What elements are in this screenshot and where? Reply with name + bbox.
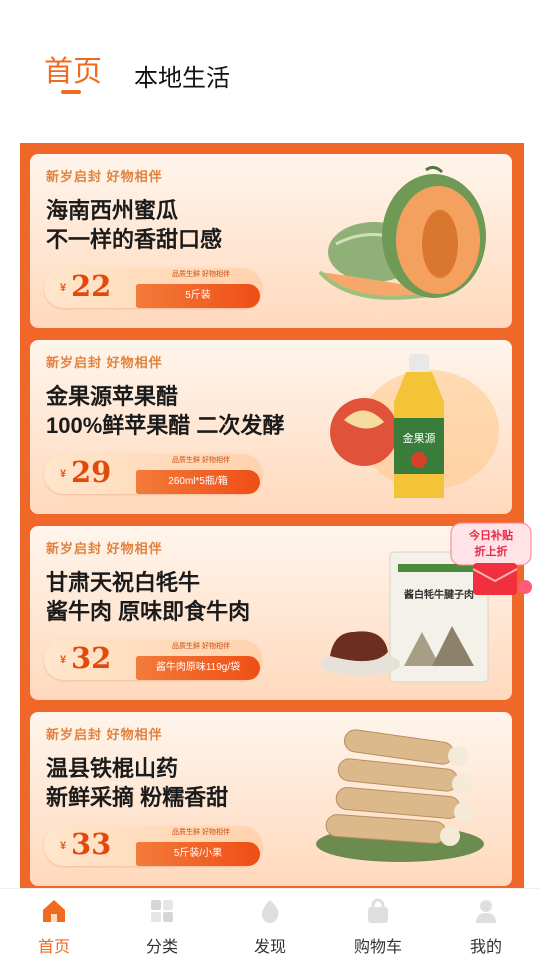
category-icon xyxy=(151,900,173,922)
tab-home[interactable]: 首页 xyxy=(44,48,102,90)
cart-icon xyxy=(368,898,388,923)
card-title-line1: 温县铁棍山药 xyxy=(46,756,179,781)
product-card-melon[interactable]: 新岁启封 好物相伴 海南西州蜜瓜 不一样的香甜口感 ¥ 22 品质生鲜 好物相伴… xyxy=(30,154,512,328)
price-button[interactable]: ¥ 32 品质生鲜 好物相伴 酱牛肉原味119g/袋 xyxy=(44,640,262,680)
melon-image xyxy=(318,165,486,300)
price-button[interactable]: ¥ 29 品质生鲜 好物相伴 260ml*5瓶/箱 xyxy=(44,454,262,494)
nav-label: 首页 xyxy=(37,939,70,956)
nav-home[interactable]: 首页 xyxy=(0,889,108,960)
card-title-line2: 新鲜采摘 粉糯香甜 xyxy=(46,785,229,810)
card-title-line1: 金果源苹果醋 xyxy=(46,384,179,409)
nav-label: 我的 xyxy=(469,939,502,956)
card-tagline: 新岁启封 好物相伴 xyxy=(46,169,163,184)
price-button[interactable]: ¥ 22 品质生鲜 好物相伴 5斤装 xyxy=(44,268,262,308)
price-value: 29 xyxy=(71,455,112,489)
subsidy-coupon-badge[interactable]: 今日补贴 折上折 xyxy=(447,519,535,599)
coupon-line1: 今日补贴 xyxy=(468,528,513,542)
coupon-line2: 折上折 xyxy=(475,544,508,558)
price-button[interactable]: ¥ 33 品质生鲜 好物相伴 5斤装/小果 xyxy=(44,826,262,866)
spec-label: 酱牛肉原味119g/袋 xyxy=(136,656,260,680)
bottom-nav: 首页 分类 发现 购物车 我的 xyxy=(0,888,540,960)
tab-local-life[interactable]: 本地生活 xyxy=(134,58,230,93)
spec-label: 5斤装 xyxy=(136,284,260,308)
card-tagline: 新岁启封 好物相伴 xyxy=(46,355,163,370)
home-icon xyxy=(43,900,65,922)
price-slogan: 品质生鲜 好物相伴 xyxy=(172,643,230,650)
app-screen: 首页 本地生活 新岁启封 好物相伴 海南西州蜜瓜 不一样的香甜口感 ¥ 22 品… xyxy=(0,0,540,960)
discover-icon xyxy=(261,900,279,923)
nav-profile[interactable]: 我的 xyxy=(432,889,540,960)
product-card-beef[interactable]: 新岁启封 好物相伴 甘肃天祝白牦牛 酱牛肉 原味即食牛肉 ¥ 32 品质生鲜 好… xyxy=(30,526,512,700)
card-title-line1: 海南西州蜜瓜 xyxy=(46,198,179,223)
price-slogan: 品质生鲜 好物相伴 xyxy=(172,271,230,278)
card-title: 海南西州蜜瓜 不一样的香甜口感 xyxy=(46,196,222,254)
nav-cart[interactable]: 购物车 xyxy=(324,889,432,960)
product-feed: 新岁启封 好物相伴 海南西州蜜瓜 不一样的香甜口感 ¥ 22 品质生鲜 好物相伴… xyxy=(20,143,524,888)
currency-symbol: ¥ xyxy=(60,468,67,480)
card-tagline: 新岁启封 好物相伴 xyxy=(46,727,163,742)
price-value: 32 xyxy=(71,641,112,675)
currency-symbol: ¥ xyxy=(60,654,67,666)
card-title: 温县铁棍山药 新鲜采摘 粉糯香甜 xyxy=(46,754,228,812)
nav-label: 发现 xyxy=(253,939,286,956)
price-slogan: 品质生鲜 好物相伴 xyxy=(172,829,230,836)
card-title-line2: 不一样的香甜口感 xyxy=(46,227,223,252)
card-title: 甘肃天祝白牦牛 酱牛肉 原味即食牛肉 xyxy=(46,568,250,626)
card-title-line2: 100%鲜苹果醋 二次发酵 xyxy=(46,413,285,438)
currency-symbol: ¥ xyxy=(60,282,67,294)
nav-category[interactable]: 分类 xyxy=(108,889,216,960)
vinegar-bottle-image: 金果源 xyxy=(330,354,499,498)
card-title-line1: 甘肃天祝白牦牛 xyxy=(46,570,201,595)
active-tab-indicator xyxy=(61,90,81,94)
card-tagline: 新岁启封 好物相伴 xyxy=(46,541,163,556)
product-card-yam[interactable]: 新岁启封 好物相伴 温县铁棍山药 新鲜采摘 粉糯香甜 ¥ 33 品质生鲜 好物相… xyxy=(30,712,512,886)
spec-label: 260ml*5瓶/箱 xyxy=(136,470,260,494)
top-tab-bar: 首页 本地生活 xyxy=(0,0,540,142)
spec-label: 5斤装/小果 xyxy=(136,842,260,866)
price-value: 22 xyxy=(71,269,112,303)
vinegar-brand-label: 金果源 xyxy=(403,431,436,445)
card-title-line2: 酱牛肉 原味即食牛肉 xyxy=(46,599,251,624)
price-value: 33 xyxy=(71,827,112,861)
nav-label: 购物车 xyxy=(353,939,402,956)
nav-label: 分类 xyxy=(145,939,178,956)
card-title: 金果源苹果醋 100%鲜苹果醋 二次发酵 xyxy=(46,382,284,440)
nav-discover[interactable]: 发现 xyxy=(216,889,324,960)
price-slogan: 品质生鲜 好物相伴 xyxy=(172,457,230,464)
profile-icon xyxy=(476,900,496,923)
currency-symbol: ¥ xyxy=(60,840,67,852)
product-card-vinegar[interactable]: 新岁启封 好物相伴 金果源苹果醋 100%鲜苹果醋 二次发酵 ¥ 29 品质生鲜… xyxy=(30,340,512,514)
yam-image xyxy=(316,729,484,862)
